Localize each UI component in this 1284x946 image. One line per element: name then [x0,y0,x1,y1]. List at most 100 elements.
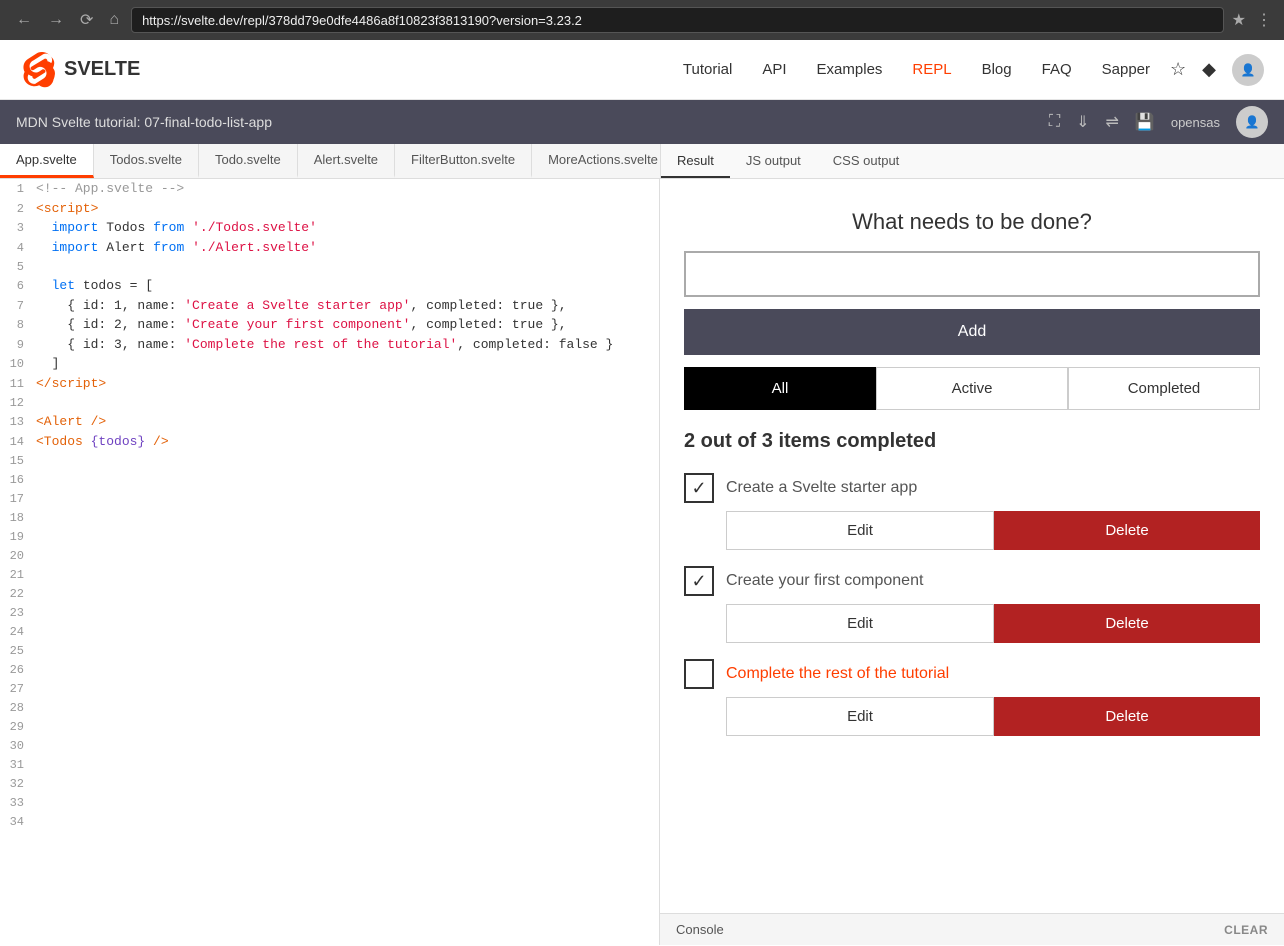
back-button[interactable]: ← [12,9,36,31]
code-line: 15 [0,451,659,470]
tabs-bar: App.svelte Todos.svelte Todo.svelte Aler… [0,144,1284,179]
tab-app-svelte[interactable]: App.svelte [0,144,94,178]
todo-edit-button-3[interactable]: Edit [726,697,994,736]
checkmark-icon-2: ✓ [691,572,706,590]
nav-api[interactable]: API [762,61,786,78]
filter-completed-button[interactable]: Completed [1068,367,1260,410]
nav-repl[interactable]: REPL [912,61,951,78]
nav-blog[interactable]: Blog [982,61,1012,78]
todo-edit-button-2[interactable]: Edit [726,604,994,643]
tab-filterbutton-svelte[interactable]: FilterButton.svelte [395,144,532,178]
code-line: 27 [0,679,659,698]
code-line: 19 [0,527,659,546]
code-lines: 1<!-- App.svelte -->2<script>3 import To… [0,179,659,831]
save-button[interactable]: 💾 [1135,112,1155,132]
code-line: 10 ] [0,354,659,374]
tab-alert-svelte[interactable]: Alert.svelte [298,144,395,178]
todo-delete-button-1[interactable]: Delete [994,511,1260,550]
todo-label-3: Complete the rest of the tutorial [726,665,949,683]
code-line: 18 [0,508,659,527]
tab-css-output[interactable]: CSS output [817,145,916,178]
nav-tutorial[interactable]: Tutorial [683,61,732,78]
fork-button[interactable]: ⇌ [1106,112,1119,132]
code-line: 30 [0,736,659,755]
result-content: What needs to be done? Add All Active Co… [660,179,1284,913]
todo-delete-button-3[interactable]: Delete [994,697,1260,736]
menu-icon: ⋮ [1256,10,1272,30]
download-button[interactable]: ⇓ [1076,112,1089,132]
todo-item-1: ✓ Create a Svelte starter app Edit Delet… [684,473,1260,550]
todo-item-row-3: Complete the rest of the tutorial [684,659,1260,689]
tab-todo-svelte[interactable]: Todo.svelte [199,144,298,178]
code-line: 29 [0,717,659,736]
code-line: 25 [0,641,659,660]
home-button[interactable]: ⌂ [105,9,123,31]
code-line: 9 { id: 3, name: 'Complete the rest of t… [0,335,659,355]
todo-checkbox-1[interactable]: ✓ [684,473,714,503]
todo-checkbox-3[interactable] [684,659,714,689]
todo-actions-1: Edit Delete [726,511,1260,550]
code-line: 28 [0,698,659,717]
tab-moreactions-svelte[interactable]: MoreActions.svelte [532,144,660,178]
code-line: 11</script> [0,374,659,394]
code-line: 3 import Todos from './Todos.svelte' [0,218,659,238]
browser-icons: ★ ⋮ [1232,10,1272,30]
fullscreen-button[interactable]: ⛶ [1049,113,1060,131]
code-line: 17 [0,489,659,508]
project-header: MDN Svelte tutorial: 07-final-todo-list-… [0,100,1284,144]
code-line: 21 [0,565,659,584]
todo-item-2: ✓ Create your first component Edit Delet… [684,566,1260,643]
forward-button[interactable]: → [44,9,68,31]
tab-todos-svelte[interactable]: Todos.svelte [94,144,199,178]
code-line: 6 let todos = [ [0,276,659,296]
filter-buttons: All Active Completed [684,367,1260,410]
filter-all-button[interactable]: All [684,367,876,410]
code-line: 23 [0,603,659,622]
main-layout: 1<!-- App.svelte -->2<script>3 import To… [0,179,1284,945]
nav-faq[interactable]: FAQ [1042,61,1072,78]
console-bar: Console CLEAR [660,913,1284,945]
project-title: MDN Svelte tutorial: 07-final-todo-list-… [16,114,272,130]
filter-active-button[interactable]: Active [876,367,1068,410]
url-bar[interactable] [131,7,1224,33]
todo-input[interactable] [684,251,1260,297]
user-avatar: 👤 [1236,106,1268,138]
checkmark-icon-1: ✓ [691,479,706,497]
project-actions: ⛶ ⇓ ⇌ 💾 opensas 👤 [1049,106,1268,138]
todo-add-button[interactable]: Add [684,309,1260,355]
code-line: 32 [0,774,659,793]
todo-item-row-1: ✓ Create a Svelte starter app [684,473,1260,503]
logo-text: SVELTE [64,58,140,81]
browser-chrome: ← → ⟳ ⌂ ★ ⋮ [0,0,1284,40]
code-line: 2<script> [0,199,659,219]
chat-icon-button[interactable]: ☆ [1170,59,1186,80]
code-line: 1<!-- App.svelte --> [0,179,659,199]
code-line: 4 import Alert from './Alert.svelte' [0,238,659,258]
editor-tabs: App.svelte Todos.svelte Todo.svelte Aler… [0,144,660,178]
tab-js-output[interactable]: JS output [730,145,817,178]
code-line: 12 [0,393,659,412]
todo-checkbox-2[interactable]: ✓ [684,566,714,596]
svelte-logo-icon [20,52,56,88]
code-line: 5 [0,257,659,276]
code-editor[interactable]: 1<!-- App.svelte -->2<script>3 import To… [0,179,660,945]
refresh-button[interactable]: ⟳ [76,8,97,32]
todo-actions-2: Edit Delete [726,604,1260,643]
nav-sapper[interactable]: Sapper [1102,61,1150,78]
nav-examples[interactable]: Examples [817,61,883,78]
logo[interactable]: SVELTE [20,52,140,88]
github-icon-button[interactable]: ◆ [1202,59,1216,80]
code-line: 34 [0,812,659,831]
todo-edit-button-1[interactable]: Edit [726,511,994,550]
code-line: 8 { id: 2, name: 'Create your first comp… [0,315,659,335]
code-line: 33 [0,793,659,812]
tab-result[interactable]: Result [661,145,730,178]
nav-links: Tutorial API Examples REPL Blog FAQ Sapp… [180,61,1150,78]
todo-delete-button-2[interactable]: Delete [994,604,1260,643]
result-panel: What needs to be done? Add All Active Co… [660,179,1284,945]
result-tabs: Result JS output CSS output [660,144,1284,178]
todo-label-2: Create your first component [726,572,923,590]
bookmark-icon: ★ [1232,10,1246,30]
console-clear-button[interactable]: CLEAR [1224,923,1268,937]
code-line: 31 [0,755,659,774]
